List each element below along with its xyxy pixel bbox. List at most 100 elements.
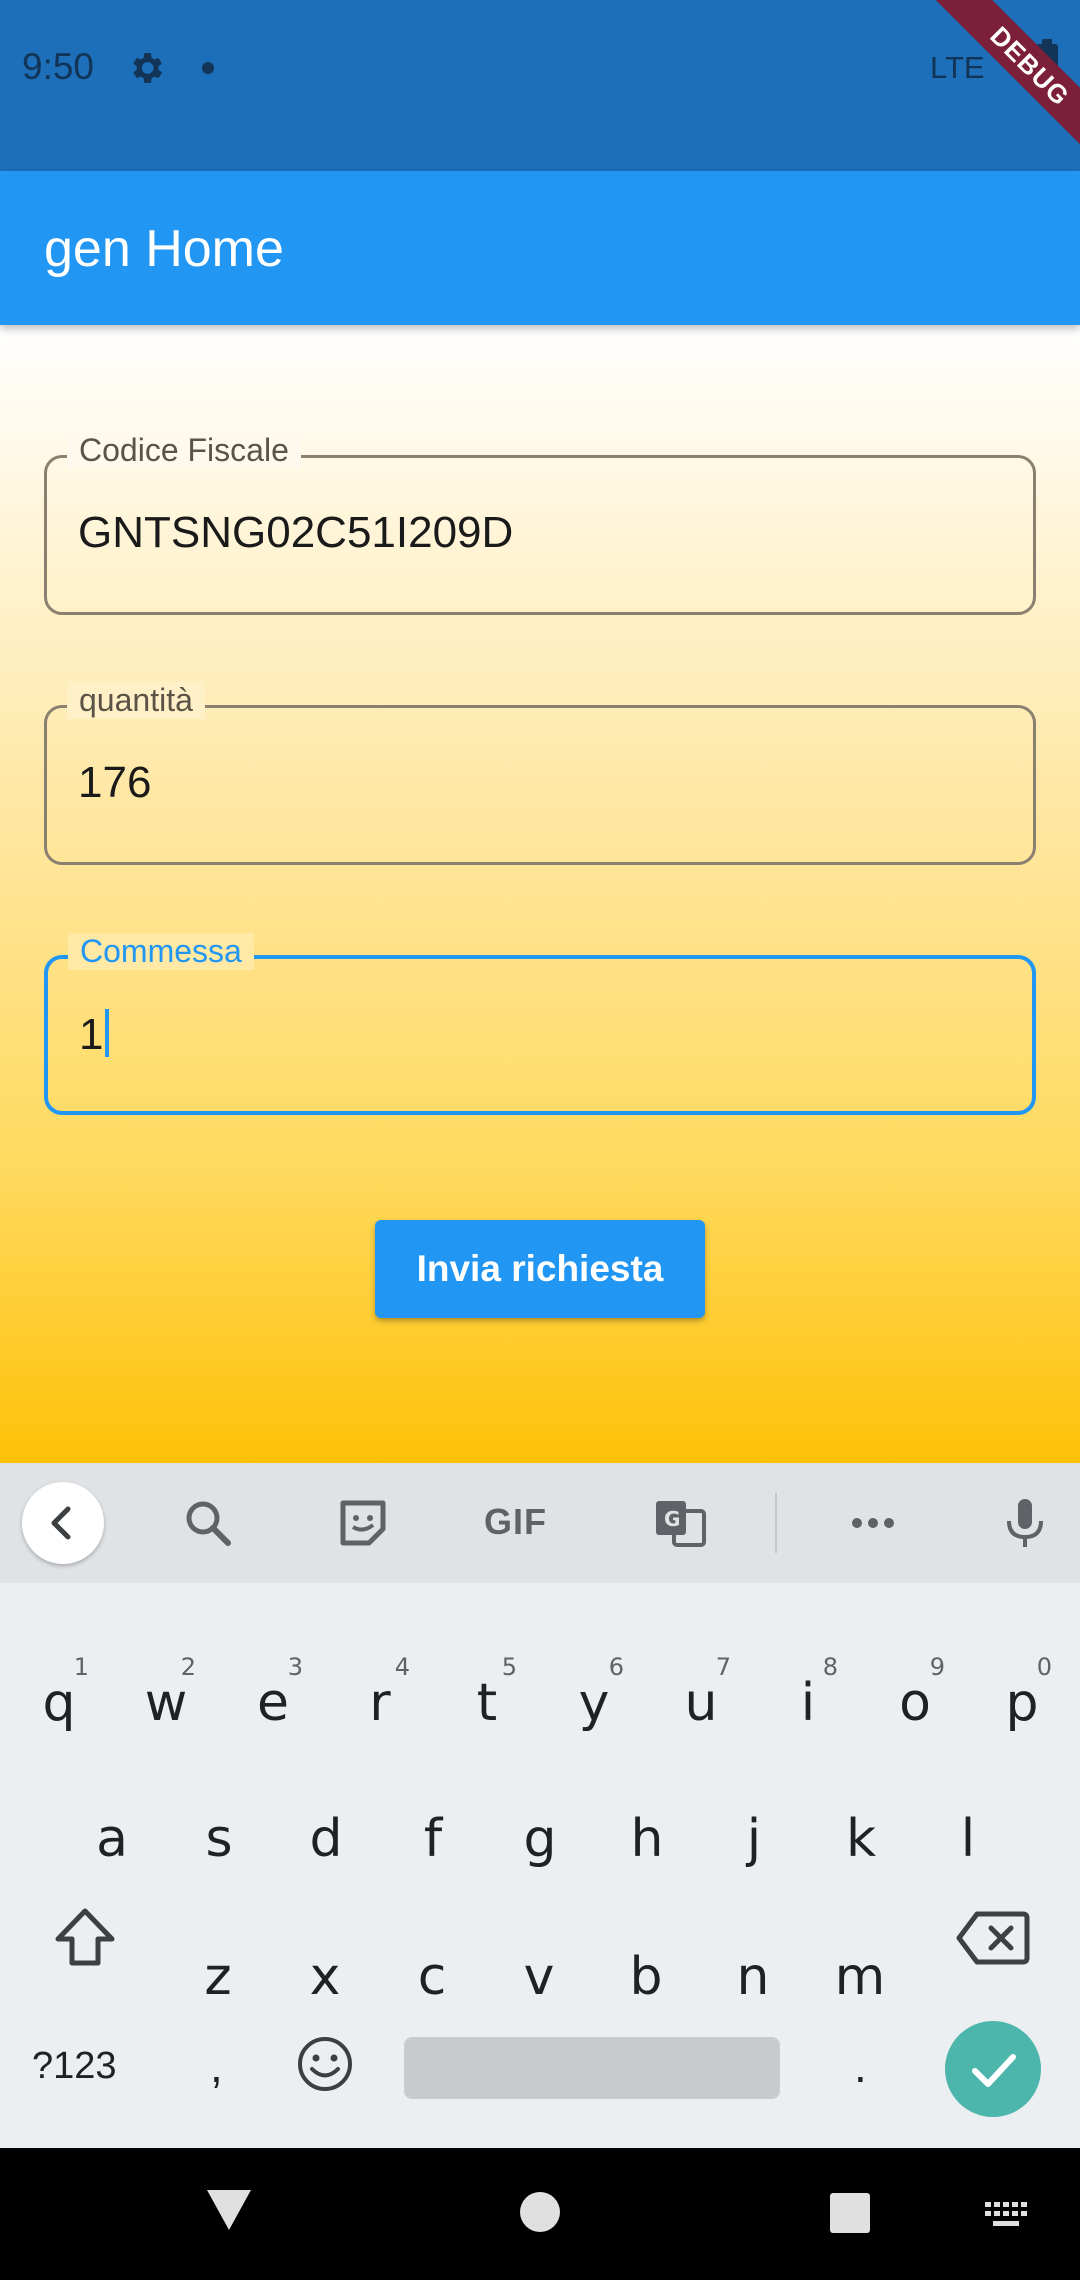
key-label: s	[205, 1809, 233, 1869]
key-q[interactable]: q1	[7, 1633, 111, 1753]
key-g[interactable]: g	[488, 1769, 592, 1889]
key-r[interactable]: r4	[328, 1633, 432, 1753]
key-f[interactable]: f	[381, 1769, 485, 1889]
notification-dot-icon	[202, 62, 214, 74]
key-label: t	[476, 1673, 498, 1733]
debug-banner: DEBUG	[909, 0, 1080, 187]
shift-icon[interactable]	[50, 1903, 120, 1973]
quantita-label: quantità	[67, 682, 205, 719]
key-label: q	[42, 1673, 76, 1733]
search-icon[interactable]	[178, 1493, 238, 1553]
key-label: m	[834, 1947, 886, 2007]
period-key[interactable]: .	[854, 2039, 867, 2093]
chevron-left-icon	[51, 1506, 71, 1540]
key-label: f	[423, 1809, 443, 1869]
toolbar-divider	[775, 1493, 777, 1553]
codice-fiscale-label: Codice Fiscale	[67, 432, 301, 469]
key-t[interactable]: t5	[435, 1633, 539, 1753]
quantita-value: 176	[78, 758, 152, 807]
keyboard-toolbar: GIF G	[0, 1463, 1080, 1583]
key-label: o	[899, 1673, 931, 1733]
home-circle-icon[interactable]	[518, 2190, 562, 2234]
form-area: Codice Fiscale GNTSNG02C51I209D quantità…	[0, 325, 1080, 1463]
navigation-bar	[0, 2148, 1080, 2280]
key-number-hint: 0	[1036, 1653, 1052, 1681]
key-d[interactable]: d	[274, 1769, 378, 1889]
key-label: r	[369, 1673, 391, 1733]
key-number-hint: 4	[394, 1653, 410, 1681]
key-label: x	[309, 1947, 341, 2007]
key-label: e	[257, 1673, 289, 1733]
key-number-hint: 2	[180, 1653, 196, 1681]
key-u[interactable]: u7	[649, 1633, 753, 1753]
checkmark-icon	[972, 2054, 1016, 2087]
key-number-hint: 6	[608, 1653, 624, 1681]
space-bar[interactable]	[404, 2037, 780, 2099]
key-label: y	[578, 1673, 610, 1733]
more-options-icon[interactable]	[843, 1493, 903, 1553]
key-z[interactable]: z	[166, 1907, 270, 2027]
key-label: j	[746, 1809, 762, 1869]
key-number-hint: 8	[822, 1653, 838, 1681]
key-number-hint: 9	[929, 1653, 945, 1681]
key-label: g	[523, 1809, 557, 1869]
key-number-hint: 7	[715, 1653, 731, 1681]
commessa-value-wrap: 1	[79, 1009, 110, 1060]
commessa-field[interactable]: Commessa 1	[44, 933, 1036, 1115]
gif-button[interactable]: GIF	[484, 1501, 547, 1543]
soft-keyboard: GIF G q1w2e3r4t5y6u7i8o9p0 asdfghjkl zxc…	[0, 1463, 1080, 2148]
key-label: b	[629, 1947, 663, 2007]
keyboard-switch-icon[interactable]	[985, 2202, 1029, 2230]
key-s[interactable]: s	[167, 1769, 271, 1889]
back-triangle-icon[interactable]	[205, 2188, 253, 2232]
keyboard-collapse-button[interactable]	[22, 1482, 104, 1564]
translate-icon[interactable]: G	[650, 1493, 710, 1553]
status-bar: 9:50 LTE DEBUG	[0, 0, 1080, 187]
key-number-hint: 1	[73, 1653, 89, 1681]
key-number-hint: 3	[287, 1653, 303, 1681]
recents-square-icon[interactable]	[829, 2192, 871, 2234]
key-number-hint: 5	[501, 1653, 517, 1681]
key-label: k	[845, 1809, 877, 1869]
key-a[interactable]: a	[60, 1769, 164, 1889]
key-w[interactable]: w2	[114, 1633, 218, 1753]
key-e[interactable]: e3	[221, 1633, 325, 1753]
codice-fiscale-field[interactable]: Codice Fiscale GNTSNG02C51I209D	[44, 432, 1036, 615]
key-n[interactable]: n	[701, 1907, 805, 2027]
key-o[interactable]: o9	[863, 1633, 967, 1753]
key-x[interactable]: x	[273, 1907, 377, 2027]
submit-request-button[interactable]: Invia richiesta	[375, 1220, 705, 1318]
key-label: v	[523, 1947, 555, 2007]
key-label: n	[736, 1947, 770, 2007]
enter-button[interactable]	[945, 2021, 1041, 2117]
network-type: LTE	[930, 50, 985, 85]
commessa-value: 1	[79, 1010, 104, 1059]
text-caret	[105, 1009, 110, 1057]
key-label: z	[204, 1947, 232, 2007]
quantita-field[interactable]: quantità 176	[44, 682, 1036, 865]
microphone-icon[interactable]	[995, 1493, 1055, 1553]
emoji-icon[interactable]	[296, 2035, 354, 2093]
key-c[interactable]: c	[380, 1907, 484, 2027]
status-time: 9:50	[22, 46, 95, 87]
key-h[interactable]: h	[595, 1769, 699, 1889]
symbols-key[interactable]: ?123	[32, 2045, 117, 2088]
settings-gear-icon	[133, 53, 162, 83]
key-y[interactable]: y6	[542, 1633, 646, 1753]
key-b[interactable]: b	[594, 1907, 698, 2027]
key-label: u	[684, 1673, 718, 1733]
key-label: c	[417, 1947, 447, 2007]
key-j[interactable]: j	[702, 1769, 806, 1889]
key-i[interactable]: i8	[756, 1633, 860, 1753]
sticker-icon[interactable]	[333, 1493, 393, 1553]
key-v[interactable]: v	[487, 1907, 591, 2027]
key-m[interactable]: m	[808, 1907, 912, 2027]
key-l[interactable]: l	[916, 1769, 1020, 1889]
backspace-icon[interactable]	[955, 1908, 1031, 1968]
commessa-label: Commessa	[68, 933, 254, 970]
key-label: i	[800, 1673, 816, 1733]
key-p[interactable]: p0	[970, 1633, 1074, 1753]
key-label: a	[96, 1809, 128, 1869]
comma-key[interactable]: ,	[210, 2039, 223, 2093]
key-k[interactable]: k	[809, 1769, 913, 1889]
